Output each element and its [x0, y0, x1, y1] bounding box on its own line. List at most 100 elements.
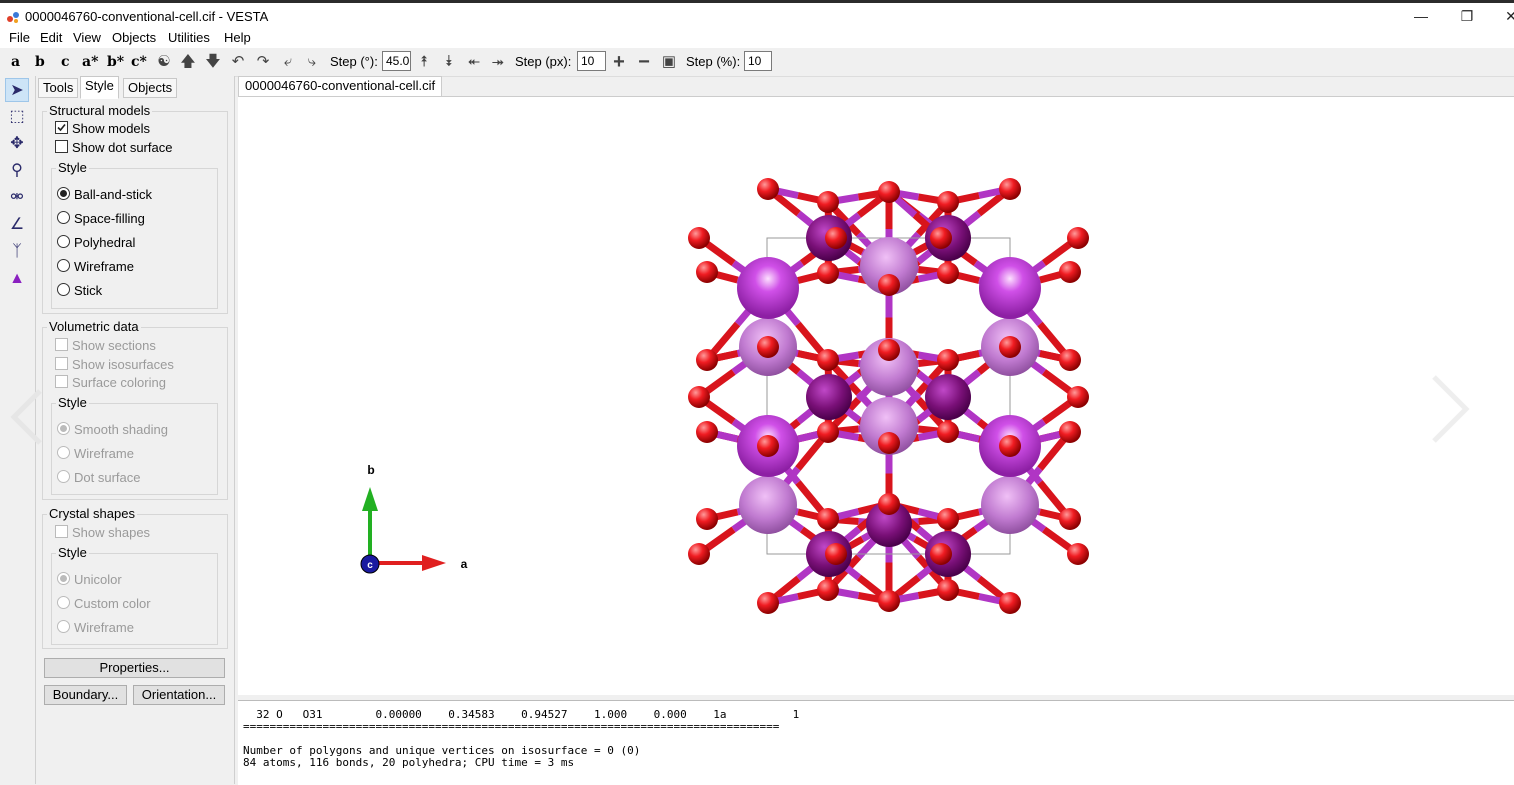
view-a-star-button[interactable]: a*: [82, 48, 98, 76]
oxygen-atom[interactable]: [688, 543, 710, 565]
oxygen-atom[interactable]: [930, 543, 952, 565]
dihedral-tool-icon[interactable]: ᛉ: [5, 240, 29, 264]
translate-up-icon[interactable]: ⯭: [415, 53, 433, 71]
menu-utilities[interactable]: Utilities: [166, 30, 212, 45]
view-b-button[interactable]: b: [35, 48, 45, 76]
rotate-right-icon[interactable]: ↷: [254, 53, 272, 71]
oxygen-atom[interactable]: [937, 349, 959, 371]
oxygen-atom[interactable]: [757, 336, 779, 358]
oxygen-atom[interactable]: [757, 435, 779, 457]
oxygen-atom[interactable]: [696, 508, 718, 530]
translate-tool-icon[interactable]: ✥: [5, 132, 29, 156]
close-icon[interactable]: ✕: [1496, 8, 1514, 25]
menu-file[interactable]: File: [7, 30, 32, 45]
fit-to-screen-icon[interactable]: ▣: [660, 53, 678, 71]
oxygen-atom[interactable]: [696, 349, 718, 371]
step-px-input[interactable]: 10: [577, 51, 606, 71]
show-sections-checkbox[interactable]: Show sections: [55, 338, 156, 353]
output-console[interactable]: 32 O O31 0.00000 0.34583 0.94527 1.000 0…: [238, 700, 1514, 785]
oxygen-atom[interactable]: [878, 432, 900, 454]
oxygen-atom[interactable]: [878, 339, 900, 361]
oxygen-atom[interactable]: [937, 421, 959, 443]
metal-atom[interactable]: [981, 476, 1039, 534]
rotate-up-icon[interactable]: 🡅: [179, 53, 197, 71]
oxygen-atom[interactable]: [1067, 386, 1089, 408]
oxygen-atom[interactable]: [825, 543, 847, 565]
crystal-wireframe-radio[interactable]: Wireframe: [57, 620, 134, 635]
oxygen-atom[interactable]: [999, 336, 1021, 358]
dot-surface-radio[interactable]: Dot surface: [57, 470, 140, 485]
rotate-cw-icon[interactable]: ⤷: [303, 53, 321, 71]
show-dot-surface-checkbox[interactable]: Show dot surface: [55, 140, 172, 155]
surface-coloring-checkbox[interactable]: Surface coloring: [55, 375, 166, 390]
structure-viewport[interactable]: c a b: [10, 96, 1514, 695]
document-tab[interactable]: 0000046760-conventional-cell.cif: [238, 76, 442, 96]
view-c-button[interactable]: c: [61, 48, 70, 76]
oxygen-atom[interactable]: [1067, 227, 1089, 249]
oxygen-atom[interactable]: [878, 181, 900, 203]
angle-tool-icon[interactable]: ∠: [5, 213, 29, 237]
tab-style[interactable]: Style: [80, 76, 119, 99]
metal-atom[interactable]: [979, 257, 1041, 319]
menu-help[interactable]: Help: [222, 30, 253, 45]
step-deg-input[interactable]: 45.0: [382, 51, 411, 71]
oxygen-atom[interactable]: [937, 579, 959, 601]
translate-down-icon[interactable]: ⯯: [440, 53, 458, 71]
orientation-button[interactable]: Orientation...: [133, 685, 225, 705]
magnify-tool-icon[interactable]: ⚲: [5, 159, 29, 183]
unicolor-radio[interactable]: Unicolor: [57, 572, 122, 587]
volumetric-wireframe-radio[interactable]: Wireframe: [57, 446, 134, 461]
oxygen-atom[interactable]: [999, 592, 1021, 614]
oxygen-atom[interactable]: [878, 493, 900, 515]
reset-orientation-icon[interactable]: ☯: [155, 53, 173, 71]
custom-color-radio[interactable]: Custom color: [57, 596, 151, 611]
oxygen-atom[interactable]: [1059, 349, 1081, 371]
metal-atom[interactable]: [925, 374, 971, 420]
step-pct-input[interactable]: 10: [744, 51, 772, 71]
menu-edit[interactable]: Edit: [38, 30, 64, 45]
smooth-shading-radio[interactable]: Smooth shading: [57, 422, 168, 437]
zoom-in-icon[interactable]: +: [610, 52, 628, 72]
menu-view[interactable]: View: [71, 30, 103, 45]
oxygen-atom[interactable]: [999, 178, 1021, 200]
view-a-button[interactable]: a: [11, 48, 20, 76]
show-models-checkbox[interactable]: Show models: [55, 121, 150, 136]
oxygen-atom[interactable]: [696, 261, 718, 283]
oxygen-atom[interactable]: [1059, 421, 1081, 443]
metal-atom[interactable]: [739, 476, 797, 534]
style-wireframe-radio[interactable]: Wireframe: [57, 259, 134, 274]
rotate-ccw-icon[interactable]: ⤶: [279, 53, 297, 71]
oxygen-atom[interactable]: [937, 508, 959, 530]
properties-button[interactable]: Properties...: [44, 658, 225, 678]
oxygen-atom[interactable]: [817, 262, 839, 284]
style-polyhedral-radio[interactable]: Polyhedral: [57, 235, 135, 250]
oxygen-atom[interactable]: [817, 579, 839, 601]
zoom-out-icon[interactable]: −: [635, 52, 653, 72]
style-stick-radio[interactable]: Stick: [57, 283, 102, 298]
tab-objects[interactable]: Objects: [123, 78, 178, 98]
oxygen-atom[interactable]: [817, 508, 839, 530]
crystal-structure-render[interactable]: c a b: [238, 97, 1514, 695]
metal-atom[interactable]: [737, 257, 799, 319]
show-isosurfaces-checkbox[interactable]: Show isosurfaces: [55, 357, 174, 372]
oxygen-atom[interactable]: [817, 421, 839, 443]
oxygen-atom[interactable]: [696, 421, 718, 443]
style-space-filling-radio[interactable]: Space-filling: [57, 211, 145, 226]
menu-objects[interactable]: Objects: [110, 30, 158, 45]
oxygen-atom[interactable]: [757, 592, 779, 614]
view-c-star-button[interactable]: c*: [131, 48, 147, 76]
oxygen-atom[interactable]: [937, 191, 959, 213]
oxygen-atom[interactable]: [688, 227, 710, 249]
tab-tools[interactable]: Tools: [38, 78, 79, 98]
oxygen-atom[interactable]: [937, 262, 959, 284]
show-shapes-checkbox[interactable]: Show shapes: [55, 525, 150, 540]
oxygen-atom[interactable]: [817, 349, 839, 371]
translate-right-icon[interactable]: ⯮: [489, 53, 507, 71]
oxygen-atom[interactable]: [878, 590, 900, 612]
minimize-icon[interactable]: —: [1406, 8, 1436, 24]
translate-left-icon[interactable]: ⯬: [465, 53, 483, 71]
rotate-down-icon[interactable]: 🡇: [204, 53, 222, 71]
restore-icon[interactable]: ❐: [1452, 8, 1482, 25]
next-arrow-icon[interactable]: [1432, 375, 1470, 443]
oxygen-atom[interactable]: [1067, 543, 1089, 565]
